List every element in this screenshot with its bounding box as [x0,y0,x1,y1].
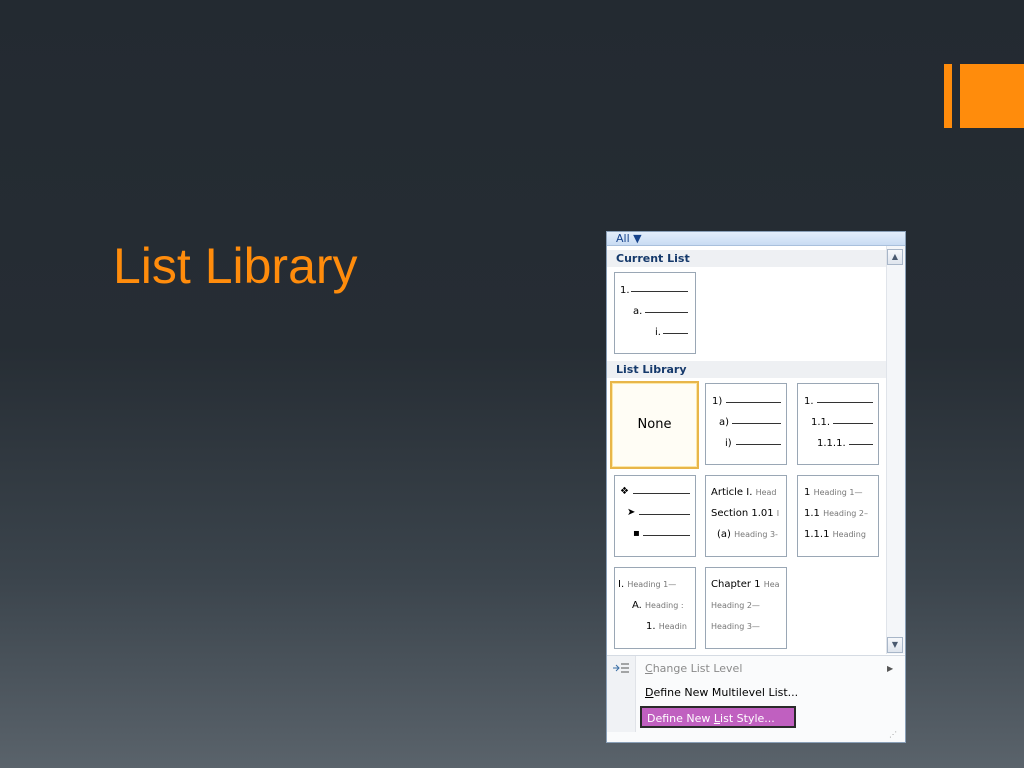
define-new-multilevel-list-item[interactable]: Define New Multilevel List... [640,682,880,704]
level-label: I. Heading 1— [618,579,677,590]
list-style-bullets[interactable]: ❖ ➤ ▪ [614,475,696,557]
level-label: 1.1.1. [817,438,846,449]
current-list-thumbnail[interactable]: 1. a. i. [614,272,696,354]
slide-title: List Library [113,238,358,294]
level-label: Section 1.01 I [711,508,780,519]
define-new-list-style-item[interactable]: Define New List Style... [640,706,796,728]
level-line [631,291,688,292]
arrow-bullet-icon: ➤ [627,507,636,518]
menu-gutter [607,656,636,732]
level-label: Heading 3— [711,622,760,631]
level-label: 1.1. [811,417,831,428]
filter-dropdown[interactable]: All ▼ [616,232,642,245]
list-style-parenthesis[interactable]: 1) a) i) [705,383,787,465]
level-label: i) [725,438,732,449]
level-label: Heading 2— [711,601,760,610]
level-line [663,333,688,334]
level-label: a) [719,417,730,428]
level-label: 1) [712,396,723,407]
level-line [833,423,873,424]
level-line [732,423,781,424]
level-label: Article I. Head [711,487,777,498]
gallery-scrollbar[interactable] [886,246,905,654]
level-line [633,493,690,494]
diamond-bullet-icon: ❖ [620,486,629,497]
submenu-arrow-icon: ▶ [887,664,894,673]
level-line [726,402,781,403]
change-list-level-item[interactable]: Change List Level [640,658,880,680]
accent-block [960,64,1024,128]
level-line [639,514,690,515]
level-line [645,312,688,313]
accent-bar [944,64,952,128]
level-label: i. [655,327,661,338]
level-line [643,535,690,536]
resize-grip-icon[interactable]: ⋰ [889,730,901,740]
current-list-heading: Current List [607,250,886,267]
level-label: (a) Heading 3- [717,529,778,540]
level-label: 1. [804,396,814,407]
level-label: 1. Headin [646,621,687,632]
level-label: 1.1.1 Heading [804,529,866,540]
list-style-chapter[interactable]: Chapter 1 Hea Heading 2— Heading 3— [705,567,787,649]
level-line [736,444,781,445]
level-label: 1.1 Heading 2– [804,508,869,519]
scroll-up-button[interactable]: ▲ [887,249,903,265]
list-style-article-section[interactable]: Article I. Head Section 1.01 I (a) Headi… [705,475,787,557]
change-level-icon [613,663,629,673]
multilevel-list-gallery: All ▼ Current List 1. a. i. List Library… [606,231,906,743]
level-line [849,444,873,445]
level-label: 1 Heading 1— [804,487,863,498]
gallery-menu: Change List Level ▶ Define New Multileve… [607,655,905,742]
list-style-decimal[interactable]: 1. 1.1. 1.1.1. [797,383,879,465]
level-label: 1. [620,285,630,296]
square-bullet-icon: ▪ [633,528,640,539]
list-style-none[interactable]: None [610,381,699,469]
list-library-heading: List Library [607,361,886,378]
list-style-heading-roman[interactable]: I. Heading 1— A. Heading : 1. Headin [614,567,696,649]
scroll-down-button[interactable]: ▼ [887,637,903,653]
gallery-filter-bar: All ▼ [607,232,905,246]
level-label: a. [633,306,643,317]
none-label: None [637,417,672,432]
level-line [817,402,873,403]
level-label: A. Heading : [632,600,684,611]
level-label: Chapter 1 Hea [711,579,780,590]
list-style-heading-decimal[interactable]: 1 Heading 1— 1.1 Heading 2– 1.1.1 Headin… [797,475,879,557]
